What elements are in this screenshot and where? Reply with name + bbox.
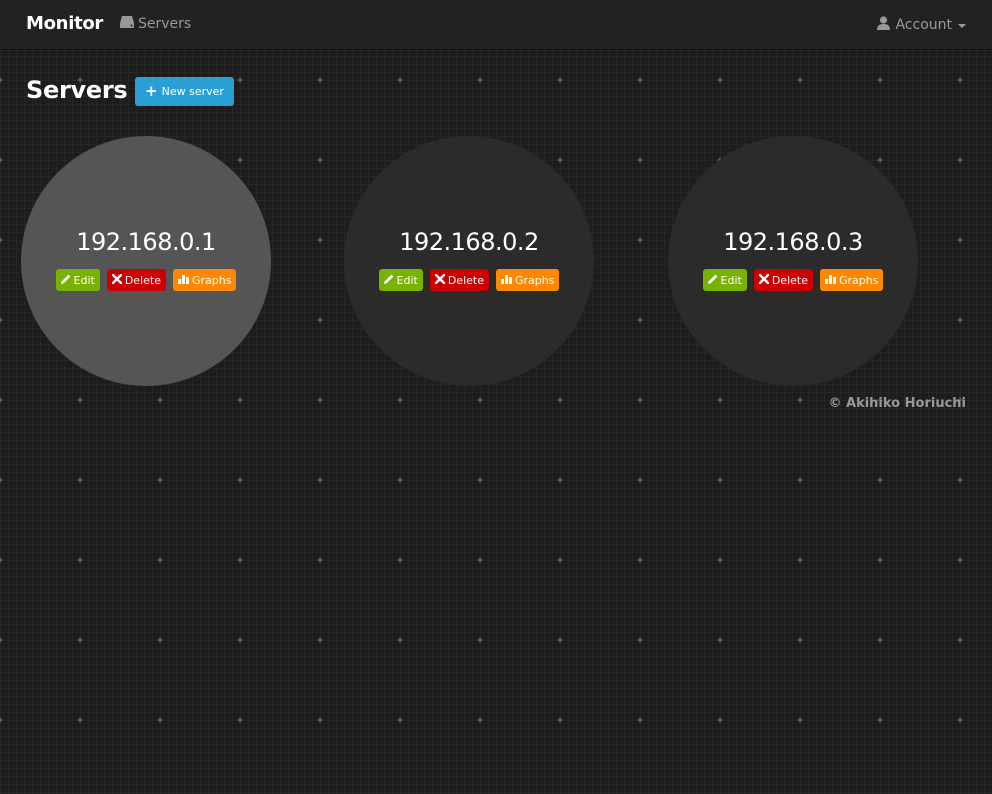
brand-logo[interactable]: Monitor <box>26 13 103 34</box>
graphs-button-label: Graphs <box>514 273 555 287</box>
edit-button-label: Edit <box>396 273 418 287</box>
edit-button-label: Edit <box>720 273 742 287</box>
delete-button-label: Delete <box>447 273 484 287</box>
server-circle[interactable]: 192.168.0.1 Edit Delete Graphs <box>21 136 271 386</box>
new-server-button[interactable]: + New server <box>135 77 234 106</box>
delete-button-label: Delete <box>124 273 161 287</box>
x-icon <box>434 273 448 287</box>
navbar: Monitor Servers Account <box>0 0 992 50</box>
server-circle[interactable]: 192.168.0.3 Edit Delete Graphs <box>668 136 918 386</box>
graphs-button[interactable]: Graphs <box>495 269 560 291</box>
server-circle[interactable]: 192.168.0.2 Edit Delete Graphs <box>344 136 594 386</box>
graphs-button-label: Graphs <box>191 273 232 287</box>
bar-chart-icon <box>824 274 839 287</box>
user-icon <box>877 16 895 34</box>
x-icon <box>758 273 772 287</box>
pencil-icon <box>60 274 74 287</box>
graphs-button-label: Graphs <box>838 273 879 287</box>
bar-chart-icon <box>500 274 515 287</box>
server-actions: Edit Delete Graphs <box>668 269 918 291</box>
account-dropdown[interactable]: Account <box>877 16 966 34</box>
edit-button[interactable]: Edit <box>55 269 100 291</box>
server-actions: Edit Delete Graphs <box>21 269 271 291</box>
page-title: Servers <box>26 76 128 104</box>
delete-button-label: Delete <box>771 273 808 287</box>
delete-button[interactable]: Delete <box>106 269 166 291</box>
graphs-button[interactable]: Graphs <box>172 269 237 291</box>
pencil-icon <box>707 274 721 287</box>
nav-link-servers[interactable]: Servers <box>120 16 191 32</box>
plus-icon: + <box>145 82 158 100</box>
edit-button[interactable]: Edit <box>702 269 747 291</box>
hdd-icon <box>120 16 138 32</box>
footer-copyright: © Akihiko Horiuchi <box>828 396 966 411</box>
nav-link-servers-label: Servers <box>138 16 192 32</box>
account-label: Account <box>895 17 952 33</box>
bar-chart-icon <box>177 274 192 287</box>
server-actions: Edit Delete Graphs <box>344 269 594 291</box>
delete-button[interactable]: Delete <box>429 269 489 291</box>
graphs-button[interactable]: Graphs <box>819 269 884 291</box>
x-icon <box>111 273 125 287</box>
server-ip: 192.168.0.1 <box>76 228 216 256</box>
edit-button[interactable]: Edit <box>378 269 423 291</box>
caret-down-icon <box>958 24 966 28</box>
pencil-icon <box>383 274 397 287</box>
new-server-button-label: New server <box>161 85 224 98</box>
edit-button-label: Edit <box>73 273 95 287</box>
server-ip: 192.168.0.2 <box>399 228 539 256</box>
delete-button[interactable]: Delete <box>753 269 813 291</box>
server-ip: 192.168.0.3 <box>723 228 863 256</box>
